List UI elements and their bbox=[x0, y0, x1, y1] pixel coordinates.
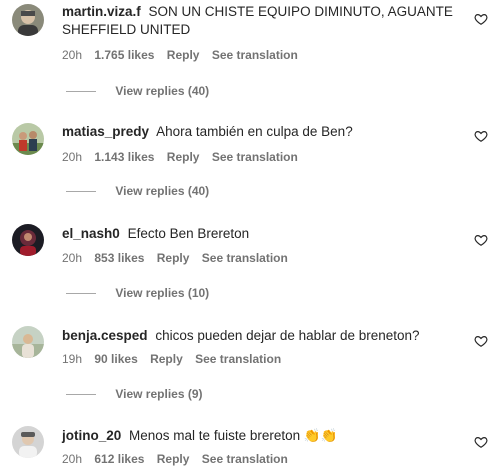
view-replies-label[interactable]: View replies (40) bbox=[115, 84, 209, 98]
like-count[interactable]: 1.765 likes bbox=[94, 48, 154, 62]
see-translation-button[interactable]: See translation bbox=[212, 48, 298, 62]
replies-divider bbox=[66, 293, 96, 295]
comment-username[interactable]: martin.viza.f bbox=[62, 4, 141, 19]
view-replies-button[interactable]: View replies (40) bbox=[62, 184, 209, 198]
comment-username[interactable]: benja.cesped bbox=[62, 328, 148, 343]
like-count[interactable]: 612 likes bbox=[94, 452, 144, 466]
avatar[interactable] bbox=[12, 426, 44, 458]
view-replies-label[interactable]: View replies (9) bbox=[115, 387, 202, 401]
comment-text: martin.viza.f SON UN CHISTE EQUIPO DIMIN… bbox=[62, 3, 462, 39]
reply-button[interactable]: Reply bbox=[157, 452, 190, 466]
comment-username[interactable]: matias_predy bbox=[62, 124, 149, 139]
comment-meta: 20h 1.143 likes Reply See translation bbox=[62, 150, 307, 164]
avatar[interactable] bbox=[12, 224, 44, 256]
comment-text: benja.cesped chicos pueden dejar de habl… bbox=[62, 327, 462, 345]
comment-meta: 20h 1.765 likes Reply See translation bbox=[62, 48, 307, 62]
view-replies-button[interactable]: View replies (10) bbox=[62, 286, 209, 300]
comment-time: 20h bbox=[62, 48, 83, 62]
heart-outline-icon[interactable] bbox=[474, 12, 488, 26]
comment-username[interactable]: jotino_20 bbox=[62, 428, 121, 443]
replies-divider bbox=[66, 394, 96, 396]
like-count[interactable]: 853 likes bbox=[94, 251, 144, 265]
heart-outline-icon[interactable] bbox=[474, 435, 488, 449]
avatar[interactable] bbox=[12, 4, 44, 36]
comment-body: chicos pueden dejar de hablar de breneto… bbox=[155, 328, 420, 343]
comment-meta: 20h 612 likes Reply See translation bbox=[62, 452, 297, 466]
see-translation-button[interactable]: See translation bbox=[212, 150, 298, 164]
comment-text: el_nash0 Efecto Ben Brereton bbox=[62, 225, 462, 243]
comment-text: jotino_20 Menos mal te fuiste brereton 👏… bbox=[62, 427, 462, 445]
reply-button[interactable]: Reply bbox=[150, 352, 183, 366]
comment-time: 20h bbox=[62, 251, 83, 265]
replies-divider bbox=[66, 91, 96, 93]
reply-button[interactable]: Reply bbox=[157, 251, 190, 265]
avatar[interactable] bbox=[12, 326, 44, 358]
comment-body: Ahora también en culpa de Ben? bbox=[156, 124, 353, 139]
comment-time: 19h bbox=[62, 352, 83, 366]
comment-meta: 20h 853 likes Reply See translation bbox=[62, 251, 297, 265]
comment-time: 20h bbox=[62, 150, 83, 164]
view-replies-label[interactable]: View replies (10) bbox=[115, 286, 209, 300]
like-count[interactable]: 1.143 likes bbox=[94, 150, 154, 164]
comment-time: 20h bbox=[62, 452, 83, 466]
heart-outline-icon[interactable] bbox=[474, 334, 488, 348]
comment-username[interactable]: el_nash0 bbox=[62, 226, 120, 241]
see-translation-button[interactable]: See translation bbox=[202, 452, 288, 466]
replies-divider bbox=[66, 191, 96, 193]
like-count[interactable]: 90 likes bbox=[94, 352, 137, 366]
view-replies-button[interactable]: View replies (9) bbox=[62, 387, 203, 401]
view-replies-label[interactable]: View replies (40) bbox=[115, 184, 209, 198]
reply-button[interactable]: Reply bbox=[167, 150, 200, 164]
comment-meta: 19h 90 likes Reply See translation bbox=[62, 352, 290, 366]
comment-body: Menos mal te fuiste brereton 👏👏 bbox=[129, 428, 338, 443]
see-translation-button[interactable]: See translation bbox=[202, 251, 288, 265]
avatar[interactable] bbox=[12, 123, 44, 155]
view-replies-button[interactable]: View replies (40) bbox=[62, 84, 209, 98]
reply-button[interactable]: Reply bbox=[167, 48, 200, 62]
see-translation-button[interactable]: See translation bbox=[195, 352, 281, 366]
comment-body: Efecto Ben Brereton bbox=[127, 226, 250, 241]
heart-outline-icon[interactable] bbox=[474, 129, 488, 143]
comment-text: matias_predy Ahora también en culpa de B… bbox=[62, 123, 462, 141]
heart-outline-icon[interactable] bbox=[474, 233, 488, 247]
